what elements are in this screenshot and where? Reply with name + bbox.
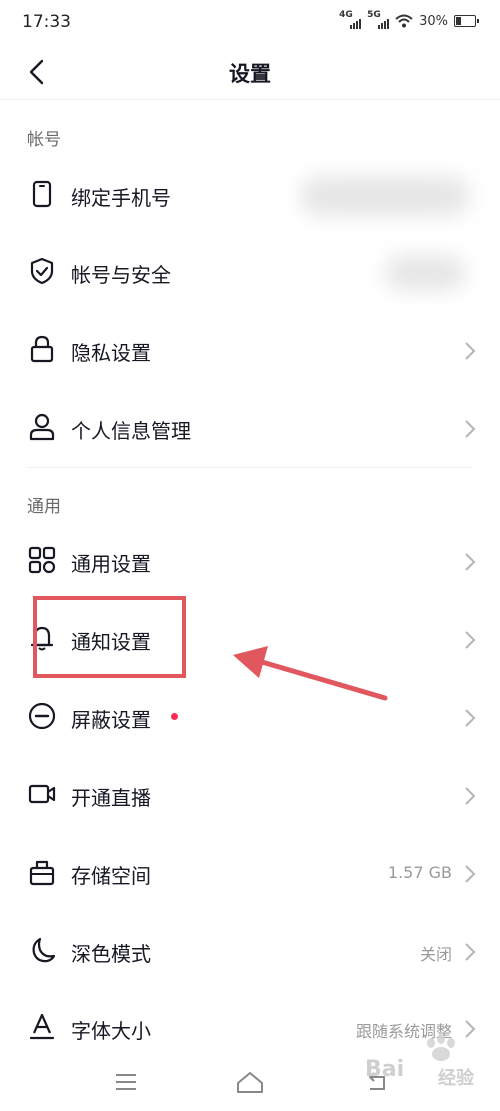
section-title-account: 帐号 xyxy=(27,130,61,150)
phone-icon xyxy=(32,180,52,208)
settings-row-privacy[interactable]: 隐私设置 xyxy=(0,311,500,389)
grid-icon xyxy=(28,546,56,574)
storage-value: 1.57 GB xyxy=(387,863,452,882)
wifi-icon xyxy=(395,14,413,28)
storage-icon xyxy=(29,860,55,886)
settings-row-dark-mode[interactable]: 深色模式 关闭 xyxy=(0,912,500,990)
shield-icon xyxy=(30,257,54,285)
settings-row-label: 开通直播 xyxy=(71,786,151,810)
settings-row-label: 个人信息管理 xyxy=(71,419,191,443)
settings-row-label: 绑定手机号 xyxy=(71,186,171,210)
block-icon xyxy=(28,702,56,730)
settings-row-label: 字体大小 xyxy=(71,1019,151,1043)
section-title-general: 通用 xyxy=(27,497,61,517)
chevron-right-icon xyxy=(465,865,476,883)
settings-row-personal-info[interactable]: 个人信息管理 xyxy=(0,389,500,467)
battery-icon xyxy=(454,15,479,27)
baidu-watermark-logo: Bai 经验 xyxy=(363,1030,478,1089)
page-title: 设置 xyxy=(229,62,271,86)
home-icon[interactable] xyxy=(235,1067,265,1097)
settings-row-label: 帐号与安全 xyxy=(71,263,171,287)
svg-text:Bai: Bai xyxy=(365,1057,404,1082)
settings-row-general[interactable]: 通用设置 xyxy=(0,522,500,600)
chevron-right-icon xyxy=(465,787,476,805)
moon-icon xyxy=(32,937,56,963)
chevron-right-icon xyxy=(465,943,476,961)
settings-row-label: 隐私设置 xyxy=(71,341,151,365)
status-time: 17:33 xyxy=(22,12,71,32)
annotation-highlight-box xyxy=(33,596,186,678)
settings-row-label: 存储空间 xyxy=(71,864,151,888)
notification-dot xyxy=(171,713,178,720)
lock-icon xyxy=(30,335,54,363)
battery-percent: 30% xyxy=(419,13,448,29)
settings-row-label: 通用设置 xyxy=(71,552,151,576)
status-bar: 17:33 4G 5G 30% xyxy=(0,0,500,44)
chevron-right-icon xyxy=(465,709,476,727)
font-icon xyxy=(29,1013,55,1040)
settings-row-storage[interactable]: 存储空间 1.57 GB xyxy=(0,834,500,912)
settings-row-live[interactable]: 开通直播 xyxy=(0,756,500,834)
dark-mode-value: 关闭 xyxy=(419,945,452,964)
blurred-value xyxy=(385,255,465,291)
menu-icon[interactable] xyxy=(111,1067,141,1097)
blurred-value xyxy=(300,176,470,216)
chevron-right-icon xyxy=(465,342,476,360)
settings-row-bind-phone[interactable]: 绑定手机号 xyxy=(0,156,500,234)
watermark-text: 经验 xyxy=(438,1068,474,1089)
chevron-right-icon xyxy=(465,553,476,571)
settings-row-block[interactable]: 屏蔽设置 xyxy=(0,678,500,756)
signal-5g-icon: 5G xyxy=(367,10,390,30)
signal-4g-icon: 4G xyxy=(339,10,362,30)
user-icon xyxy=(29,413,55,441)
settings-row-label: 屏蔽设置 xyxy=(71,708,151,732)
status-indicators: 4G 5G 30% xyxy=(339,10,479,30)
video-icon xyxy=(28,784,56,804)
settings-row-label: 深色模式 xyxy=(71,942,151,966)
nav-bar: 设置 xyxy=(0,44,500,100)
chevron-right-icon xyxy=(465,420,476,438)
section-divider xyxy=(27,467,473,468)
settings-row-account-security[interactable]: 帐号与安全 xyxy=(0,233,500,311)
chevron-right-icon xyxy=(465,631,476,649)
